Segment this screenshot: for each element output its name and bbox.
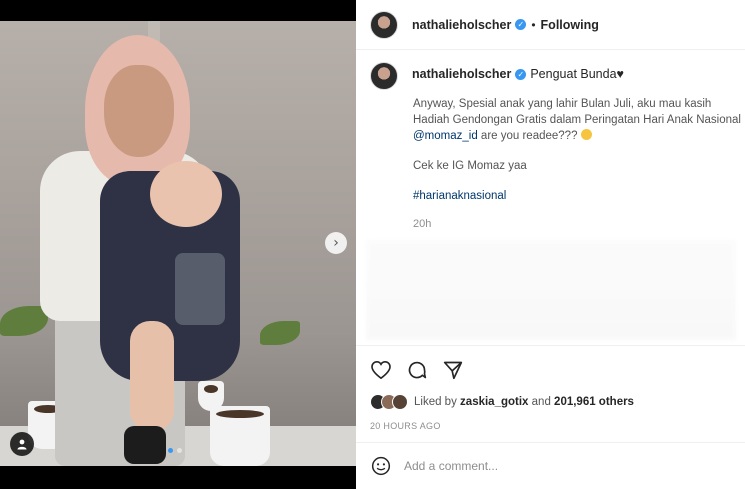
caption-status: Penguat Bunda♥: [530, 67, 624, 81]
comment-input[interactable]: Add a comment...: [404, 459, 498, 473]
likes-connector: and: [531, 396, 551, 408]
plant-pot: [210, 406, 270, 466]
woman-face: [104, 65, 174, 157]
action-bar: [356, 345, 745, 393]
likes-summary: Liked by zaskia_gotix and 201,961 others: [370, 394, 634, 410]
comments-area: [366, 240, 736, 340]
caption-text: are you readee???: [477, 130, 578, 142]
user-tag-icon[interactable]: [10, 432, 34, 456]
following-button[interactable]: Following: [541, 18, 599, 32]
plant-leaf: [0, 306, 48, 336]
post-header: nathalieholscher ✓ • Following: [356, 0, 745, 50]
liker-username[interactable]: zaskia_gotix: [460, 396, 528, 408]
baby-head: [150, 161, 222, 227]
paper-plane-icon[interactable]: [442, 359, 464, 381]
avatar[interactable]: [370, 10, 398, 39]
chevron-right-icon[interactable]: ›: [325, 232, 347, 254]
post-media: ›: [0, 0, 356, 489]
add-comment-bar: Add a comment...: [356, 442, 745, 489]
verified-badge-icon: ✓: [515, 19, 527, 30]
caption: nathalieholscher ✓ Penguat Bunda♥: [370, 62, 740, 90]
caption-text: Cek ke IG Momaz yaa: [413, 160, 527, 172]
carrier-mesh: [175, 253, 225, 325]
plant-pot: [198, 381, 224, 411]
likes-prefix: Liked by: [414, 396, 457, 408]
baby-shoe: [124, 426, 166, 464]
separator-dot: •: [531, 17, 536, 32]
carousel-dot-active: [168, 448, 173, 453]
post-sidebar: nathalieholscher ✓ • Following nathalieh…: [356, 0, 745, 489]
caption-time: 20h: [413, 218, 432, 230]
header-username[interactable]: nathalieholscher: [412, 18, 511, 32]
avatar[interactable]: [370, 62, 398, 90]
post-photo[interactable]: [0, 21, 356, 466]
smiley-icon[interactable]: [370, 455, 392, 477]
likes-count[interactable]: 201,961 others: [554, 396, 634, 408]
comment-bubble-icon[interactable]: [406, 359, 428, 381]
avatar: [392, 394, 408, 410]
mention-link[interactable]: @momaz_id: [413, 130, 478, 142]
caption-username[interactable]: nathalieholscher: [412, 67, 511, 81]
liker-avatars: [370, 394, 408, 410]
carousel-dots: [168, 448, 182, 453]
hashtag-link[interactable]: #harianaknasional: [413, 188, 743, 204]
plant-leaf: [260, 321, 300, 345]
carousel-dot: [177, 448, 182, 453]
caption-text: Anyway, Spesial anak yang lahir Bulan Ju…: [413, 98, 741, 126]
heart-icon[interactable]: [370, 359, 392, 381]
caption-body: Anyway, Spesial anak yang lahir Bulan Ju…: [413, 96, 743, 218]
post-timestamp: 20 HOURS AGO: [370, 421, 441, 431]
verified-badge-icon: ✓: [515, 69, 527, 80]
grin-emoji-icon: [580, 129, 592, 140]
baby-leg: [130, 321, 174, 431]
